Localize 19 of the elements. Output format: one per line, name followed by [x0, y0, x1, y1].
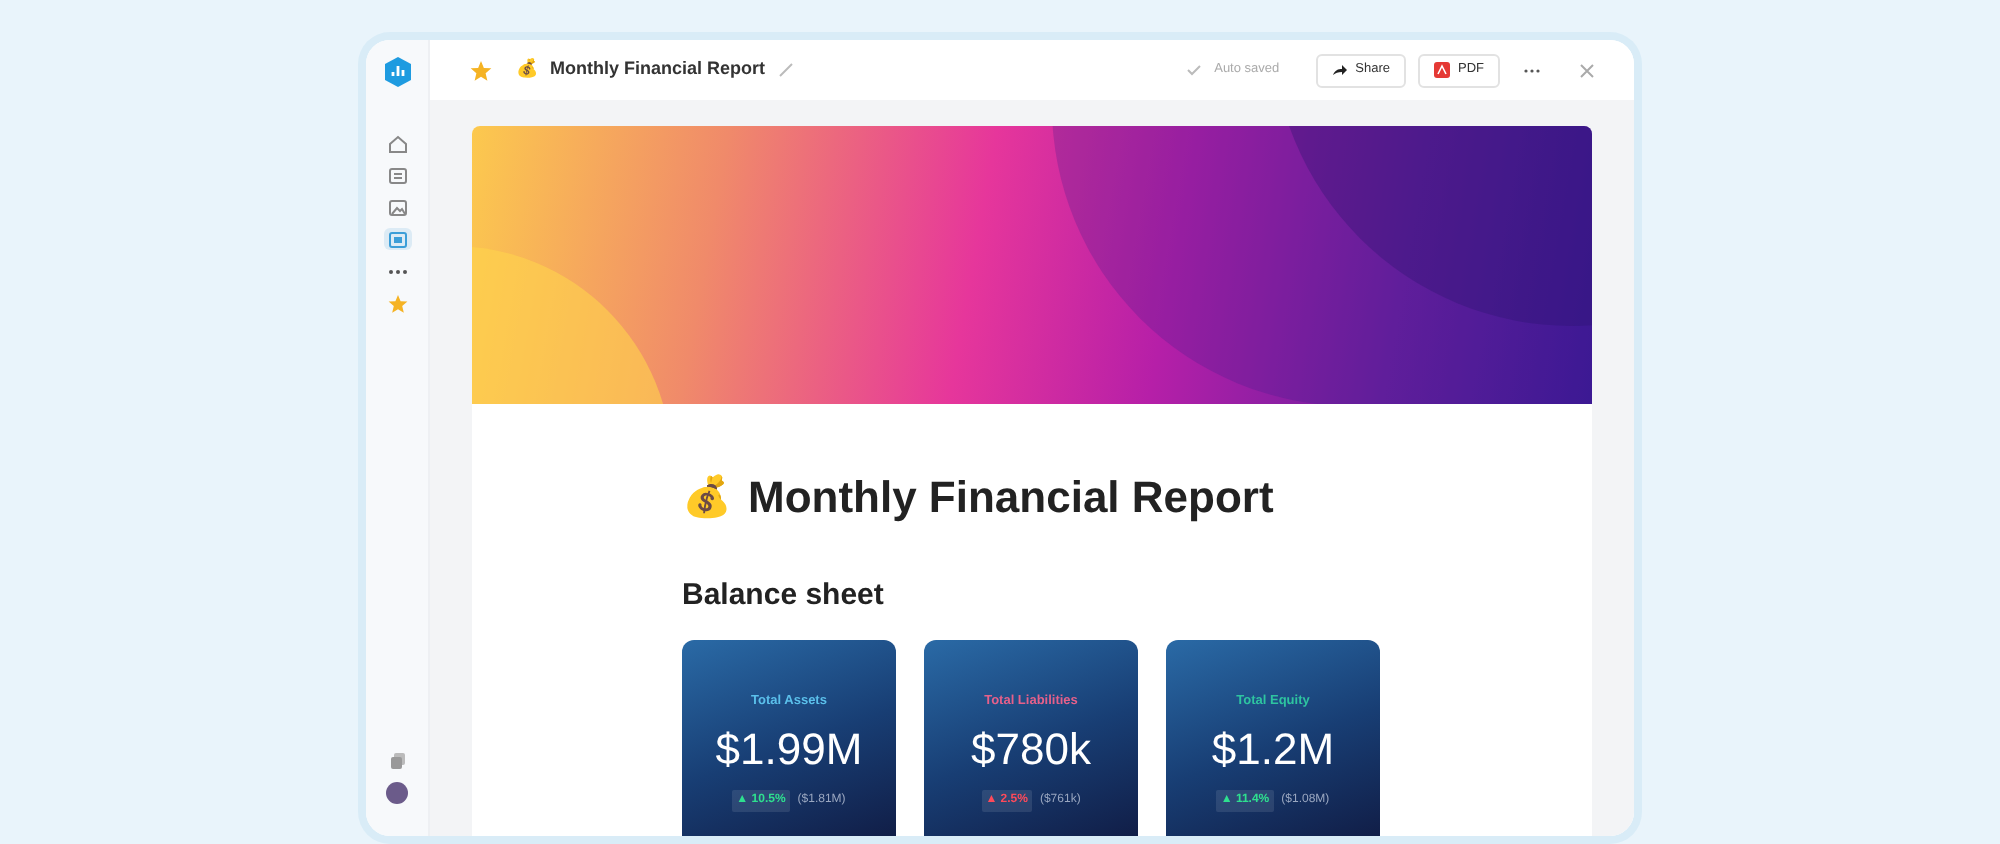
avatar[interactable]: [386, 782, 408, 804]
emoji: 💰: [516, 56, 538, 83]
star-icon[interactable]: [470, 59, 492, 81]
share-icon: [1331, 64, 1348, 76]
close-icon[interactable]: [1580, 63, 1594, 77]
document-title: Monthly Financial Report: [550, 56, 766, 83]
section-heading: Balance sheet: [682, 576, 884, 616]
more-icon[interactable]: [1524, 67, 1540, 73]
pdf-icon: [1434, 62, 1450, 78]
copy-icon[interactable]: [389, 752, 405, 770]
more-icon[interactable]: [387, 267, 407, 275]
page-title: Monthly Financial Report: [748, 470, 1274, 526]
metric-value: $1.99M: [715, 721, 863, 778]
check-icon: [1186, 64, 1203, 76]
metric-value: $780k: [971, 721, 1091, 778]
logo-icon[interactable]: [383, 56, 411, 88]
metric-value: $1.2M: [1211, 721, 1335, 778]
emoji: 💰: [682, 472, 732, 523]
pencil-icon[interactable]: [777, 62, 794, 78]
